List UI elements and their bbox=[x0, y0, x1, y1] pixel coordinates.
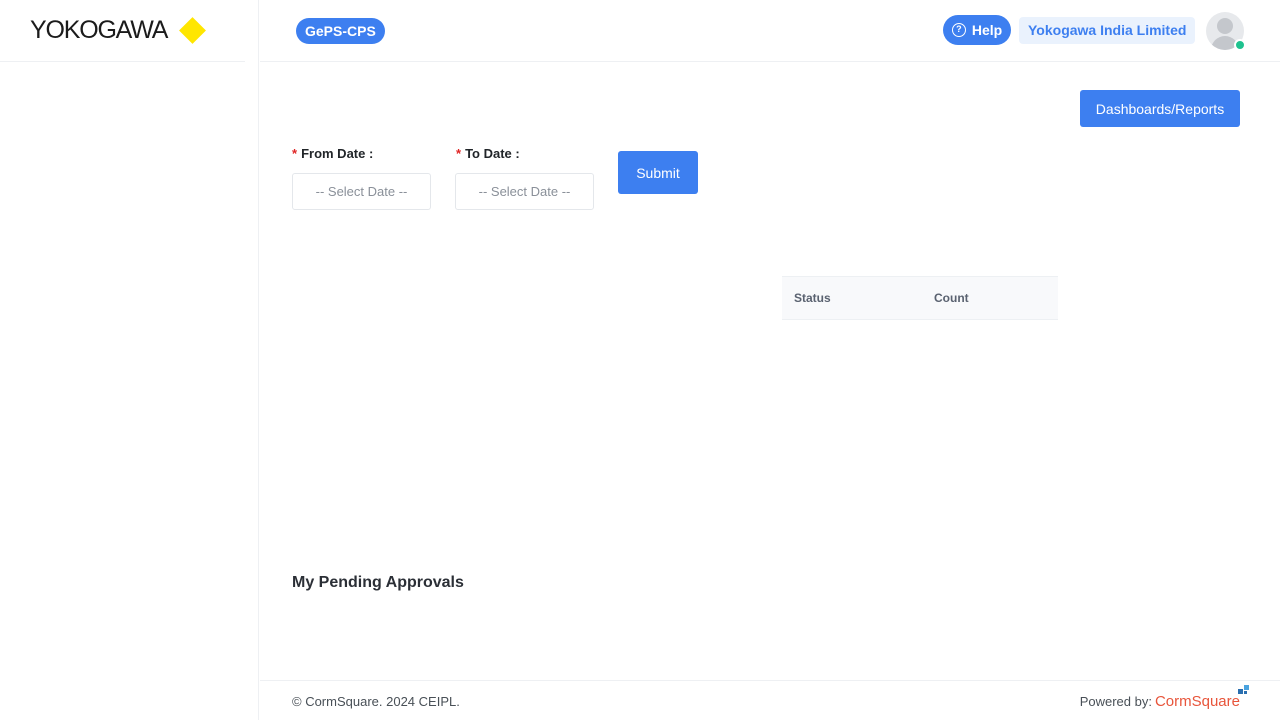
from-date-label: * From Date : bbox=[292, 146, 373, 161]
submit-button[interactable]: Submit bbox=[618, 151, 698, 194]
from-date-input[interactable]: -- Select Date -- bbox=[292, 173, 431, 210]
main-content: Dashboards/Reports * From Date : -- Selec… bbox=[260, 63, 1280, 680]
required-asterisk: * bbox=[456, 146, 462, 161]
to-date-placeholder: -- Select Date -- bbox=[478, 184, 571, 199]
copyright-text: © CormSquare. 2024 CEIPL. bbox=[292, 694, 460, 709]
cormsquare-logo-text: CormSquare bbox=[1154, 693, 1240, 710]
cormsquare-mark-icon bbox=[1238, 685, 1249, 694]
logo-diamond-icon bbox=[179, 17, 207, 44]
required-asterisk: * bbox=[292, 146, 298, 161]
to-date-input[interactable]: -- Select Date -- bbox=[455, 173, 594, 210]
sidebar: YOKOGAWA bbox=[0, 0, 259, 720]
footer: © CormSquare. 2024 CEIPL. Powered by: Co… bbox=[260, 680, 1280, 720]
question-circle-icon: ? bbox=[951, 23, 966, 37]
avatar-head-icon bbox=[1217, 18, 1233, 34]
table-header-status[interactable]: Status bbox=[794, 277, 831, 319]
help-label: Help bbox=[971, 22, 1003, 38]
powered-by-label: Powered by: bbox=[1079, 694, 1152, 709]
to-date-label-text: To Date : bbox=[465, 146, 520, 161]
online-status-indicator bbox=[1234, 39, 1246, 51]
powered-by: Powered by: CormSquare bbox=[1079, 685, 1249, 710]
company-name[interactable]: Yokogawa India Limited bbox=[1019, 17, 1196, 44]
cormsquare-logo[interactable]: CormSquare bbox=[1154, 685, 1249, 710]
to-date-label: * To Date : bbox=[456, 146, 520, 161]
app-badge: GePS-CPS bbox=[296, 18, 385, 44]
pending-approvals-heading: My Pending Approvals bbox=[292, 574, 464, 591]
from-date-placeholder: -- Select Date -- bbox=[315, 184, 408, 199]
table-header-count[interactable]: Count bbox=[934, 277, 969, 319]
from-date-label-text: From Date : bbox=[301, 146, 374, 161]
status-count-table: Status Count bbox=[782, 276, 1058, 320]
dashboards-reports-button[interactable]: Dashboards/Reports bbox=[1080, 90, 1240, 127]
help-button[interactable]: ? Help bbox=[943, 15, 1011, 45]
logo-text: YOKOGAWA bbox=[30, 16, 168, 44]
top-bar: GePS-CPS ? Help Yokogawa India Limited bbox=[260, 0, 1280, 62]
logo[interactable]: YOKOGAWA bbox=[0, 0, 245, 62]
